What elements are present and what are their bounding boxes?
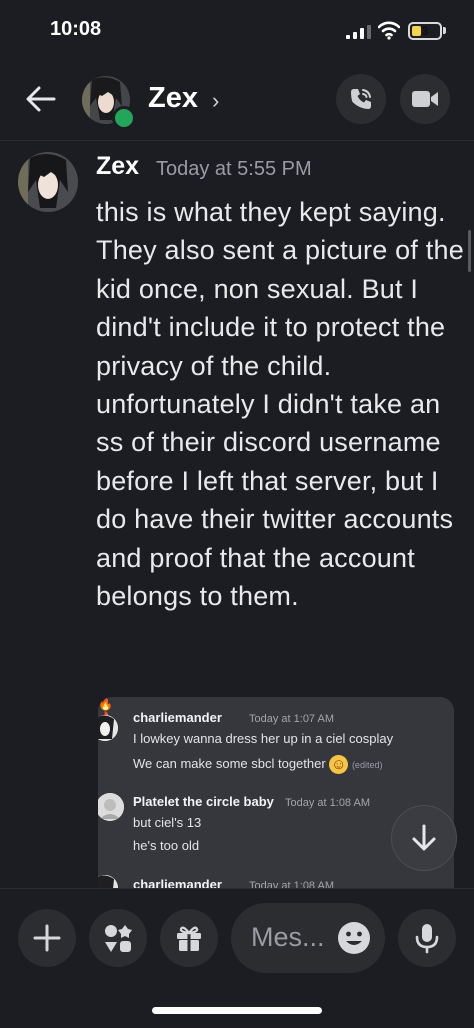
apps-icon xyxy=(105,925,132,952)
plus-icon xyxy=(33,924,61,952)
battery-level: 3 xyxy=(421,24,429,38)
scrollbar-thumb[interactable] xyxy=(468,230,471,272)
add-attachment-button[interactable] xyxy=(18,909,76,967)
arrow-down-icon xyxy=(412,824,436,851)
embed-avatar xyxy=(98,793,124,821)
video-icon xyxy=(412,91,438,107)
header-username[interactable]: Zex xyxy=(148,82,198,115)
embed-timestamp: Today at 1:07 AM xyxy=(249,713,334,725)
message-author-avatar[interactable] xyxy=(18,152,78,212)
status-bar: 10:08 3 xyxy=(0,0,474,64)
gift-button[interactable] xyxy=(160,909,218,967)
embed-author-badge: 🔥 xyxy=(98,697,113,711)
message-input-placeholder: Mes... xyxy=(251,922,325,952)
message-input[interactable]: Mes... xyxy=(231,903,385,973)
chevron-right-icon[interactable]: › xyxy=(212,88,219,114)
embed-message-line: I lowkey wanna dress her up in a ciel co… xyxy=(133,731,394,746)
embed-avatar xyxy=(98,715,118,741)
embed-timestamp: Today at 1:08 AM xyxy=(285,797,370,809)
embed-message-line: but ciel's 13 xyxy=(133,815,202,830)
voice-call-button[interactable] xyxy=(336,74,386,124)
embed-message-line: he's too old xyxy=(133,838,200,853)
signal-icon xyxy=(346,25,371,39)
chat-header: Zex › xyxy=(0,64,474,141)
embed-message-line: We can make some sbcl together ☺ (edited… xyxy=(133,755,383,774)
edited-label: (edited) xyxy=(351,759,383,770)
message-text: this is what they kept saying. They also… xyxy=(96,197,464,612)
smiling-face-emoji-icon: ☺ xyxy=(329,755,349,774)
online-status-dot xyxy=(112,106,136,130)
jump-to-present-button[interactable] xyxy=(391,805,457,871)
emoji-icon[interactable] xyxy=(337,921,371,955)
message-timestamp: Today at 5:55 PM xyxy=(156,158,312,180)
back-arrow-icon[interactable] xyxy=(24,82,58,116)
wifi-icon xyxy=(378,21,400,40)
apps-button[interactable] xyxy=(89,909,147,967)
battery-indicator: 3 xyxy=(408,22,442,40)
status-time: 10:08 xyxy=(50,18,102,40)
embed-author-name: charliemander xyxy=(133,710,222,725)
image-attachment[interactable]: charliemander 🔥 Today at 1:07 AM I lowke… xyxy=(98,697,454,907)
phone-icon xyxy=(351,89,371,109)
voice-message-button[interactable] xyxy=(398,909,456,967)
video-call-button[interactable] xyxy=(400,74,450,124)
message-author-name[interactable]: Zex xyxy=(96,152,139,181)
microphone-icon xyxy=(415,924,439,954)
home-indicator[interactable] xyxy=(152,1007,322,1014)
battery-cap xyxy=(443,27,446,34)
embed-author-name: Platelet the circle baby xyxy=(133,794,274,809)
gift-icon xyxy=(177,926,201,951)
